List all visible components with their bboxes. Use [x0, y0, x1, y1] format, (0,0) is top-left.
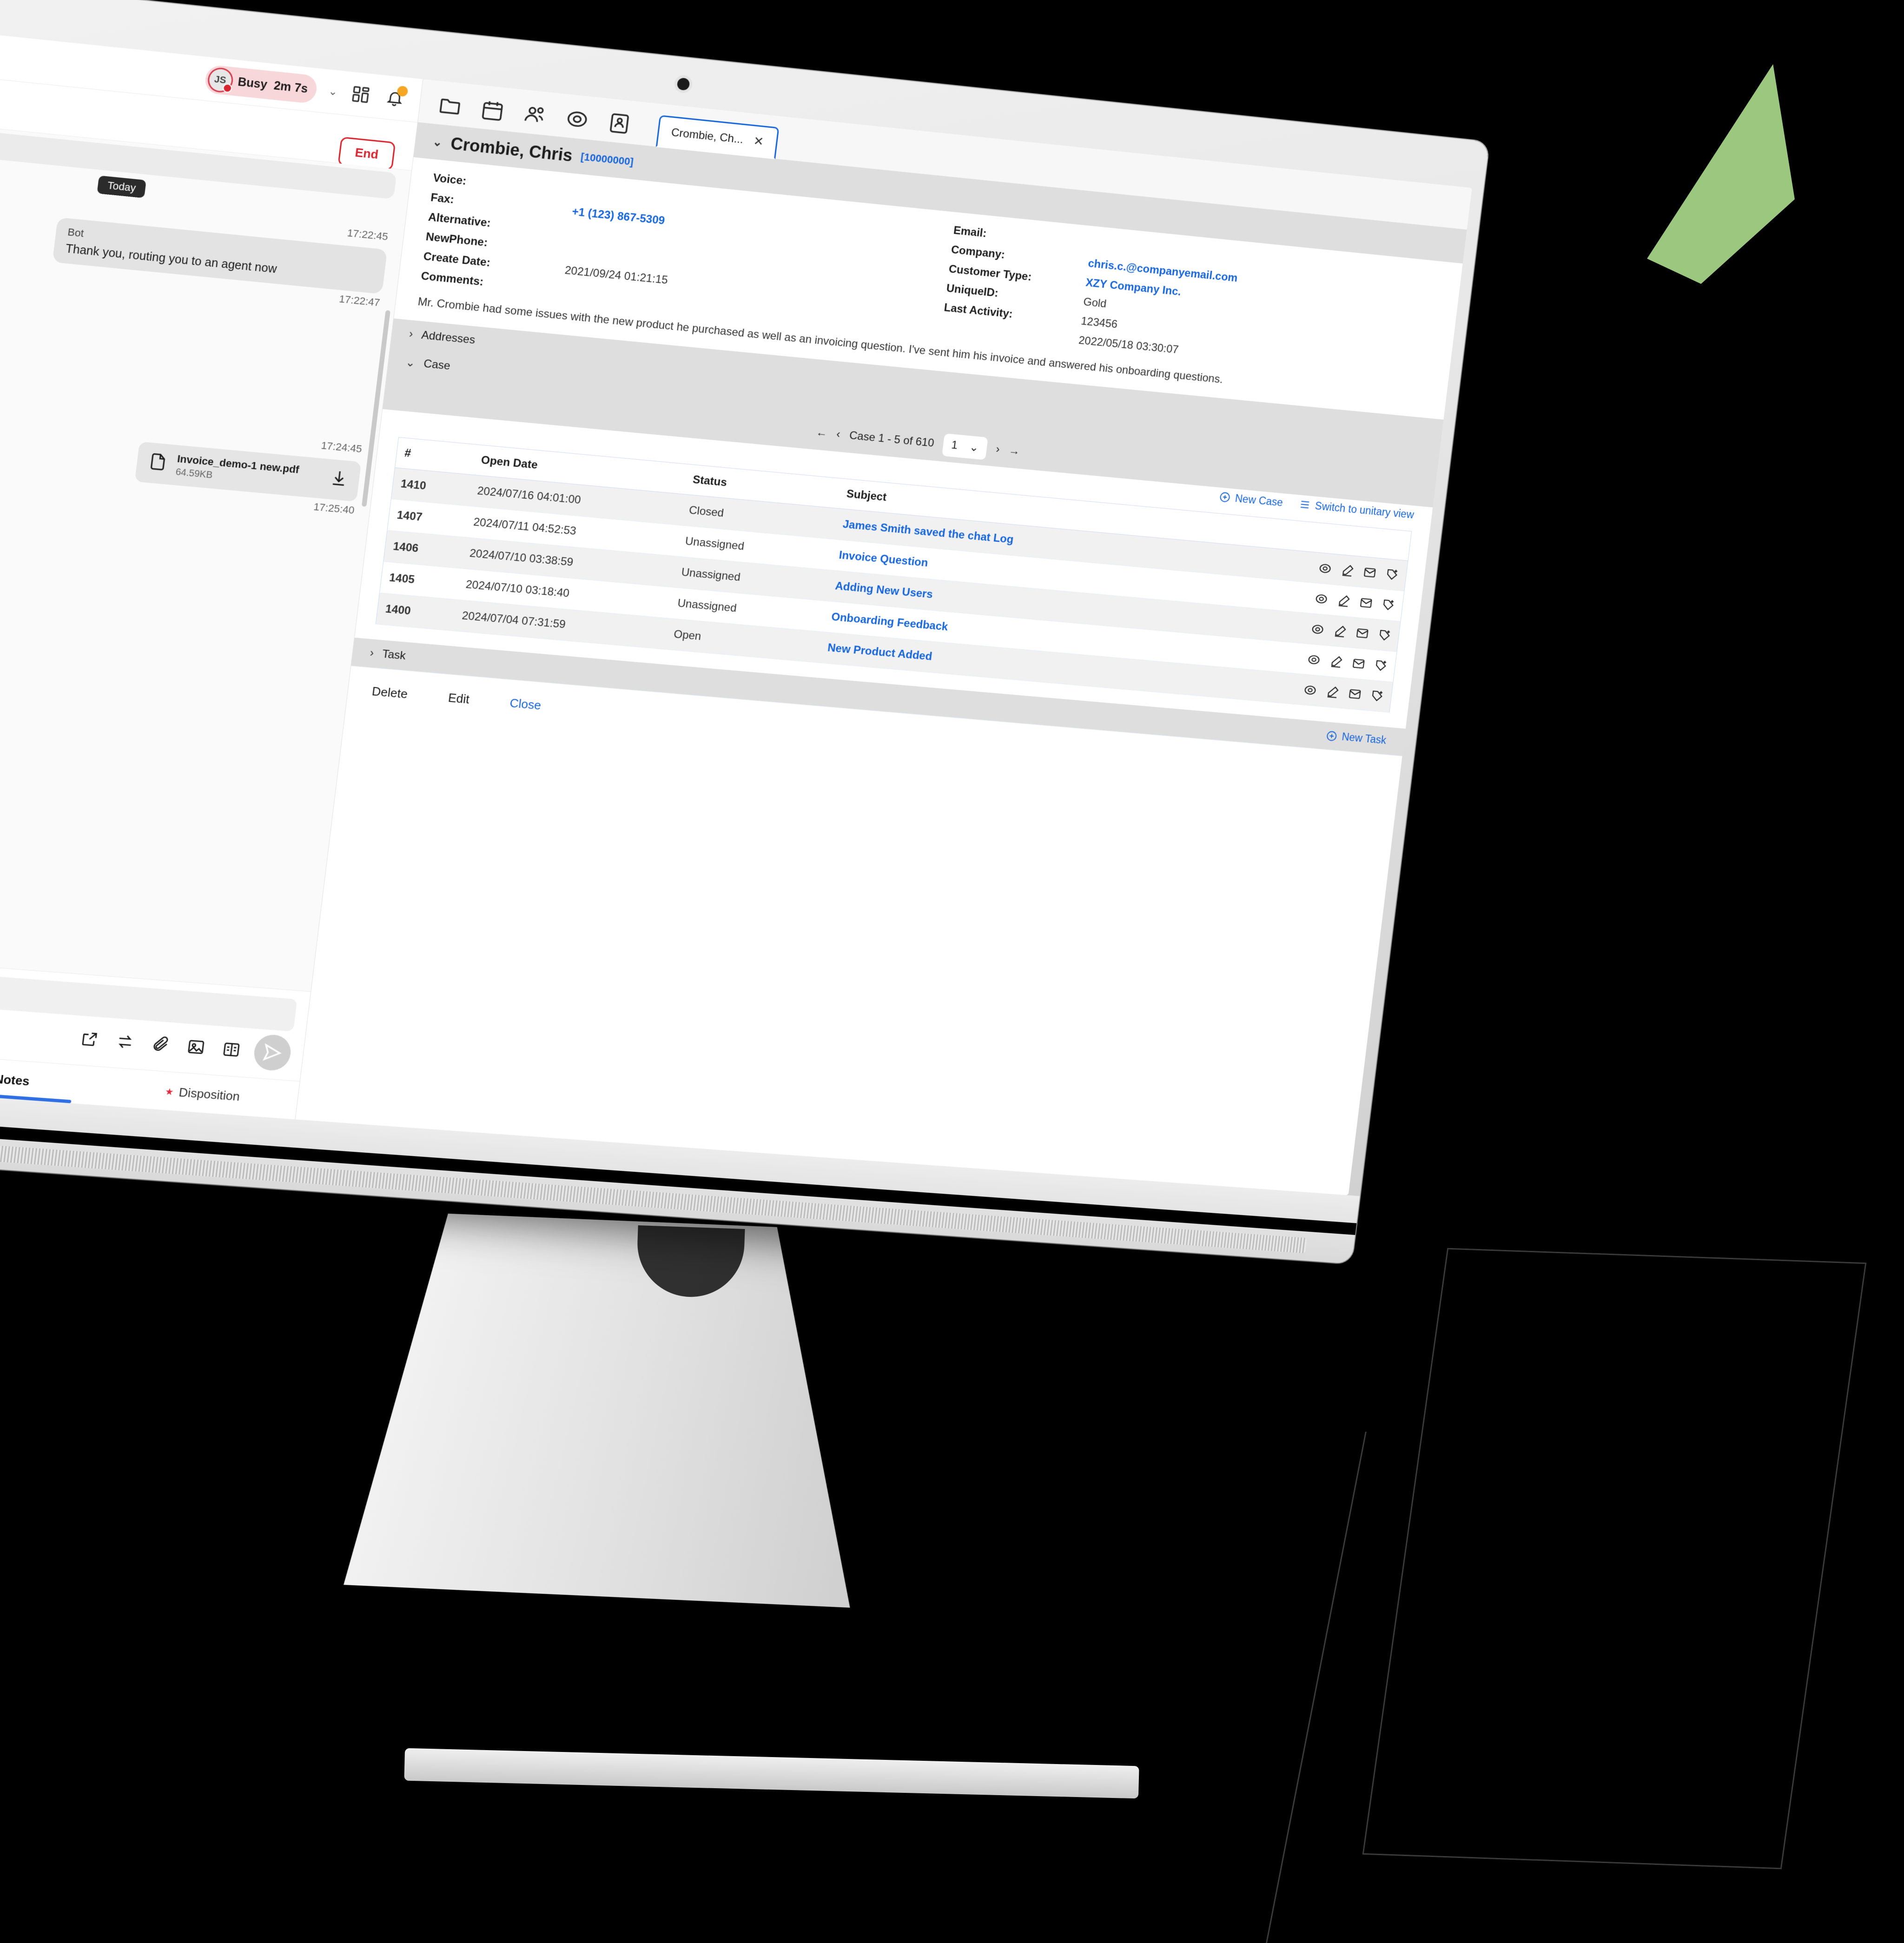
required-asterisk-icon	[165, 1088, 173, 1096]
image-icon[interactable]	[182, 1034, 210, 1060]
tag-add-icon[interactable]	[1372, 597, 1396, 611]
knowledge-icon[interactable]	[218, 1037, 245, 1063]
page-number: 1	[951, 439, 959, 452]
target-icon[interactable]	[1301, 621, 1325, 635]
edit-icon[interactable]	[1324, 623, 1348, 638]
edit-icon[interactable]	[1320, 654, 1344, 668]
delete-button[interactable]: Delete	[371, 684, 408, 701]
open-external-icon[interactable]	[75, 1026, 103, 1052]
email-icon[interactable]	[1354, 564, 1377, 579]
section-task-label: Task	[381, 648, 407, 662]
download-icon[interactable]	[328, 468, 350, 491]
section-case-label: Case	[423, 357, 451, 373]
agent-status-label: Busy	[237, 75, 268, 92]
customer-name: Crombie, Chris	[450, 133, 574, 165]
application: JS Busy 2m 7s ⌄ End Today 17:22:45 Bot T…	[0, 20, 1472, 1196]
edit-icon[interactable]	[1316, 684, 1340, 698]
tag-add-icon[interactable]	[1376, 567, 1400, 581]
decorative-green-polygon	[1644, 64, 1796, 285]
target-icon[interactable]	[1309, 560, 1333, 575]
crm-panel: Crombie, Ch... ✕ ⌄ Crombie, Chris [10000…	[295, 79, 1472, 1196]
contacts-icon[interactable]	[522, 102, 548, 127]
target-icon[interactable]	[1297, 652, 1321, 666]
email-icon[interactable]	[1350, 595, 1374, 609]
send-button[interactable]	[252, 1033, 293, 1072]
tag-add-icon[interactable]	[1361, 688, 1385, 702]
monitor-stand-base	[404, 1748, 1139, 1799]
calendar-icon[interactable]	[479, 98, 506, 123]
monitor: JS Busy 2m 7s ⌄ End Today 17:22:45 Bot T…	[0, 0, 1489, 1264]
presence-dot-icon	[222, 83, 232, 93]
edit-icon[interactable]	[1328, 593, 1351, 607]
field-value-company[interactable]: XZY Company Inc.	[1085, 277, 1182, 299]
chevron-right-icon: ›	[408, 327, 414, 341]
case-subject-link[interactable]: James Smith saved the chat Log	[842, 518, 1014, 546]
field-value: 2022/05/18 03:30:07	[1078, 334, 1179, 357]
field-value-phone[interactable]: +1 (123) 867-5309	[571, 205, 666, 228]
chevron-right-icon: ›	[369, 646, 375, 660]
tag-add-icon[interactable]	[1365, 658, 1388, 672]
avatar: JS	[208, 68, 233, 93]
id-card-icon[interactable]	[606, 111, 632, 136]
chevron-down-icon[interactable]: ⌄	[328, 85, 338, 98]
customer-id: [10000000]	[580, 151, 635, 168]
bell-icon[interactable]	[383, 86, 409, 110]
crm-body: ⌄ Crombie, Chris [10000000] Voice: Fax: +…	[295, 122, 1467, 1196]
monitor-stand-neck	[333, 1210, 850, 1607]
transfer-icon[interactable]	[111, 1029, 139, 1055]
chevron-down-icon: ⌄	[405, 356, 416, 370]
attach-icon[interactable]	[147, 1031, 175, 1057]
tag-add-icon[interactable]	[1368, 627, 1392, 641]
email-icon[interactable]	[1339, 686, 1362, 701]
page-select[interactable]: 1 ⌄	[942, 433, 988, 460]
switch-view-label: Switch to unitary view	[1314, 499, 1415, 521]
field-value: 2021/09/24 01:21:15	[564, 264, 669, 287]
tab-disposition-label: Disposition	[178, 1085, 241, 1104]
day-label: Today	[97, 175, 147, 198]
file-icon	[146, 451, 169, 476]
close-button[interactable]: Close	[509, 696, 542, 713]
new-task-link[interactable]: New Task	[1325, 729, 1387, 747]
case-subject-link[interactable]: Onboarding Feedback	[831, 610, 949, 633]
case-subject-link[interactable]: Invoice Question	[838, 549, 929, 569]
switch-view-link[interactable]: Switch to unitary view	[1298, 498, 1415, 521]
edit-button[interactable]: Edit	[447, 690, 470, 707]
new-task-label: New Task	[1341, 730, 1387, 747]
new-case-link[interactable]: New Case	[1218, 490, 1284, 509]
case-id[interactable]: 1400	[376, 593, 456, 631]
close-icon[interactable]: ✕	[753, 134, 764, 149]
field-value: 123456	[1080, 315, 1118, 331]
screen: JS Busy 2m 7s ⌄ End Today 17:22:45 Bot T…	[0, 20, 1472, 1196]
field-value: Gold	[1083, 295, 1107, 311]
target-icon[interactable]	[1305, 591, 1329, 605]
pager-label: Case 1 - 5 of 610	[848, 429, 935, 450]
email-icon[interactable]	[1342, 655, 1366, 670]
edit-icon[interactable]	[1331, 562, 1355, 577]
next-page-icon[interactable]: ›	[995, 443, 1000, 456]
chevron-down-icon: ⌄	[968, 441, 979, 454]
last-page-icon[interactable]: →	[1008, 444, 1021, 458]
email-icon[interactable]	[1346, 625, 1370, 640]
case-subject-link[interactable]: Adding New Users	[834, 580, 933, 601]
decorative-outline-line	[1266, 1432, 1831, 1943]
new-case-label: New Case	[1234, 492, 1284, 509]
first-page-icon[interactable]: ←	[815, 426, 828, 440]
dashboard-icon[interactable]	[349, 83, 373, 106]
crm-tab-label: Crombie, Ch...	[670, 126, 744, 146]
agent-timer: 2m 7s	[273, 79, 309, 96]
target-icon[interactable]	[1294, 682, 1317, 696]
target-icon[interactable]	[564, 106, 590, 132]
case-subject-link[interactable]: New Product Added	[827, 641, 933, 663]
section-addresses-label: Addresses	[421, 329, 476, 347]
folder-icon[interactable]	[437, 93, 463, 119]
prev-page-icon[interactable]: ‹	[836, 428, 841, 442]
chevron-down-icon[interactable]: ⌄	[432, 135, 443, 149]
agent-status-pill[interactable]: JS Busy 2m 7s	[203, 64, 318, 104]
